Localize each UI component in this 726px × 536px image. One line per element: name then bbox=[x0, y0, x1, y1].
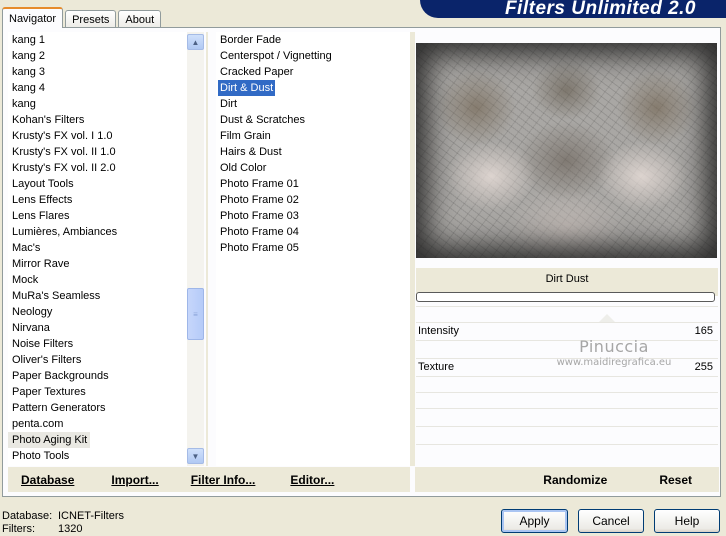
category-item[interactable]: Photo Aging Kit bbox=[8, 432, 90, 448]
filter-item[interactable]: Photo Frame 01 bbox=[216, 176, 410, 192]
reset-button[interactable]: Reset bbox=[659, 473, 692, 487]
category-scrollbar[interactable]: ▲ ≡ ▼ bbox=[187, 32, 204, 466]
filter-item[interactable]: Cracked Paper bbox=[216, 64, 410, 80]
editor-button-label: Editor... bbox=[290, 472, 335, 487]
filter-item[interactable]: Photo Frame 05 bbox=[216, 240, 410, 256]
filters-count-value: 1320 bbox=[58, 523, 83, 535]
scroll-down-icon[interactable]: ▼ bbox=[187, 448, 204, 464]
progress-bar bbox=[416, 292, 715, 302]
filter-item[interactable]: Film Grain bbox=[216, 128, 410, 144]
slider-pointer-icon bbox=[599, 314, 615, 322]
apply-button[interactable]: Apply bbox=[501, 509, 568, 533]
texture-value: 255 bbox=[694, 360, 713, 373]
filter-item[interactable]: Photo Frame 04 bbox=[216, 224, 410, 240]
category-item[interactable]: Photo Tools bbox=[8, 448, 188, 464]
watermark: Pinuccia www.maidiregrafica.eu bbox=[539, 337, 689, 368]
filter-item-selected: Dirt & Dust bbox=[218, 80, 276, 96]
filter-item[interactable]: Photo Frame 02 bbox=[216, 192, 410, 208]
empty-slider-row bbox=[416, 392, 718, 408]
category-item[interactable]: Mock bbox=[8, 272, 188, 288]
database-status-value: ICNET-Filters bbox=[58, 510, 124, 522]
filter-item[interactable]: Hairs & Dust bbox=[216, 144, 410, 160]
watermark-name: Pinuccia bbox=[579, 337, 649, 356]
cancel-button[interactable]: Cancel bbox=[578, 509, 644, 533]
category-list[interactable]: kang 1 kang 2 kang 3 kang 4 kang Kohan's Filt… bbox=[8, 32, 204, 466]
tab-about[interactable]: About bbox=[118, 10, 162, 28]
help-button[interactable]: Help bbox=[654, 509, 720, 533]
preview-image bbox=[416, 43, 717, 258]
database-button[interactable]: Database bbox=[21, 473, 74, 487]
empty-slider-row bbox=[416, 426, 718, 442]
category-item[interactable]: kang 2 bbox=[8, 48, 188, 64]
empty-slider-row bbox=[416, 306, 718, 322]
category-item[interactable]: Krusty's FX vol. II 1.0 bbox=[8, 144, 188, 160]
category-item[interactable]: Nirvana bbox=[8, 320, 188, 336]
splitter[interactable] bbox=[206, 32, 208, 466]
randomize-button[interactable]: Randomize bbox=[543, 473, 607, 487]
filter-info-button[interactable]: Filter Info... bbox=[191, 473, 256, 487]
filter-item[interactable]: Dust & Scratches bbox=[216, 112, 410, 128]
status-area: Database: ICNET-Filters Filters: 1320 bbox=[2, 510, 124, 536]
database-button-label: Database bbox=[21, 472, 75, 487]
watermark-url: www.maidiregrafica.eu bbox=[556, 357, 672, 368]
texture-label: Texture bbox=[418, 360, 455, 373]
scroll-thumb-grip-icon[interactable]: ≡ bbox=[187, 288, 204, 340]
category-item[interactable]: Mirror Rave bbox=[8, 256, 188, 272]
category-item[interactable]: Lens Effects bbox=[8, 192, 188, 208]
category-item[interactable]: Krusty's FX vol. II 2.0 bbox=[8, 160, 188, 176]
filter-item[interactable]: Dirt & Dust bbox=[216, 80, 410, 96]
category-item[interactable]: Oliver's Filters bbox=[8, 352, 188, 368]
preview-panel: Dirt Dust Intensity 165 Texture 255 bbox=[415, 32, 719, 466]
filter-item[interactable]: Old Color bbox=[216, 160, 410, 176]
filters-count-label: Filters: bbox=[2, 523, 35, 535]
import-button-label: Import... bbox=[111, 472, 159, 487]
tab-strip: Navigator Presets About bbox=[2, 6, 163, 28]
category-item[interactable]: kang bbox=[8, 96, 188, 112]
category-item[interactable]: Pattern Generators bbox=[8, 400, 188, 416]
empty-slider-row bbox=[416, 408, 718, 424]
category-item[interactable]: kang 3 bbox=[8, 64, 188, 80]
filter-item[interactable]: Photo Frame 03 bbox=[216, 208, 410, 224]
category-item[interactable]: penta.com bbox=[8, 416, 188, 432]
category-item[interactable]: Lens Flares bbox=[8, 208, 188, 224]
filter-item[interactable]: Centerspot / Vignetting bbox=[216, 48, 410, 64]
category-list-items: kang 1 kang 2 kang 3 kang 4 kang Kohan's Filt… bbox=[8, 32, 188, 464]
filter-item[interactable]: Dirt bbox=[216, 96, 410, 112]
filter-info-button-label: Filter Info... bbox=[190, 472, 256, 487]
filter-list[interactable]: Border Fade Centerspot / Vignetting Cracke… bbox=[216, 32, 410, 466]
filter-item[interactable]: Border Fade bbox=[216, 32, 410, 48]
import-button[interactable]: Import... bbox=[111, 473, 158, 487]
tab-presets[interactable]: Presets bbox=[65, 10, 117, 28]
category-item[interactable]: Paper Backgrounds bbox=[8, 368, 188, 384]
category-item[interactable]: Lumières, Ambiances bbox=[8, 224, 188, 240]
category-item[interactable]: MuRa's Seamless bbox=[8, 288, 188, 304]
database-status-label: Database: bbox=[2, 510, 53, 522]
filter-list-items: Border Fade Centerspot / Vignetting Cracke… bbox=[216, 32, 410, 256]
right-action-bar: Randomize Reset bbox=[415, 467, 719, 492]
category-item[interactable]: kang 1 bbox=[8, 32, 188, 48]
category-item[interactable]: Krusty's FX vol. I 1.0 bbox=[8, 128, 188, 144]
category-item[interactable]: Mac's bbox=[8, 240, 188, 256]
category-item[interactable]: Noise Filters bbox=[8, 336, 188, 352]
category-item[interactable]: Paper Textures bbox=[8, 384, 188, 400]
empty-slider-row bbox=[416, 444, 718, 460]
empty-slider-row bbox=[416, 376, 718, 392]
tab-navigator[interactable]: Navigator bbox=[2, 7, 64, 28]
category-item[interactable]: Layout Tools bbox=[8, 176, 188, 192]
scroll-up-icon[interactable]: ▲ bbox=[187, 34, 204, 50]
left-action-bar: Database Import... Filter Info... Editor… bbox=[8, 467, 410, 492]
editor-button[interactable]: Editor... bbox=[290, 473, 334, 487]
category-item[interactable]: Kohan's Filters bbox=[8, 112, 188, 128]
category-item[interactable]: kang 4 bbox=[8, 80, 188, 96]
category-item[interactable]: Neology bbox=[8, 304, 188, 320]
brand-banner: Filters Unlimited 2.0 bbox=[420, 0, 726, 18]
